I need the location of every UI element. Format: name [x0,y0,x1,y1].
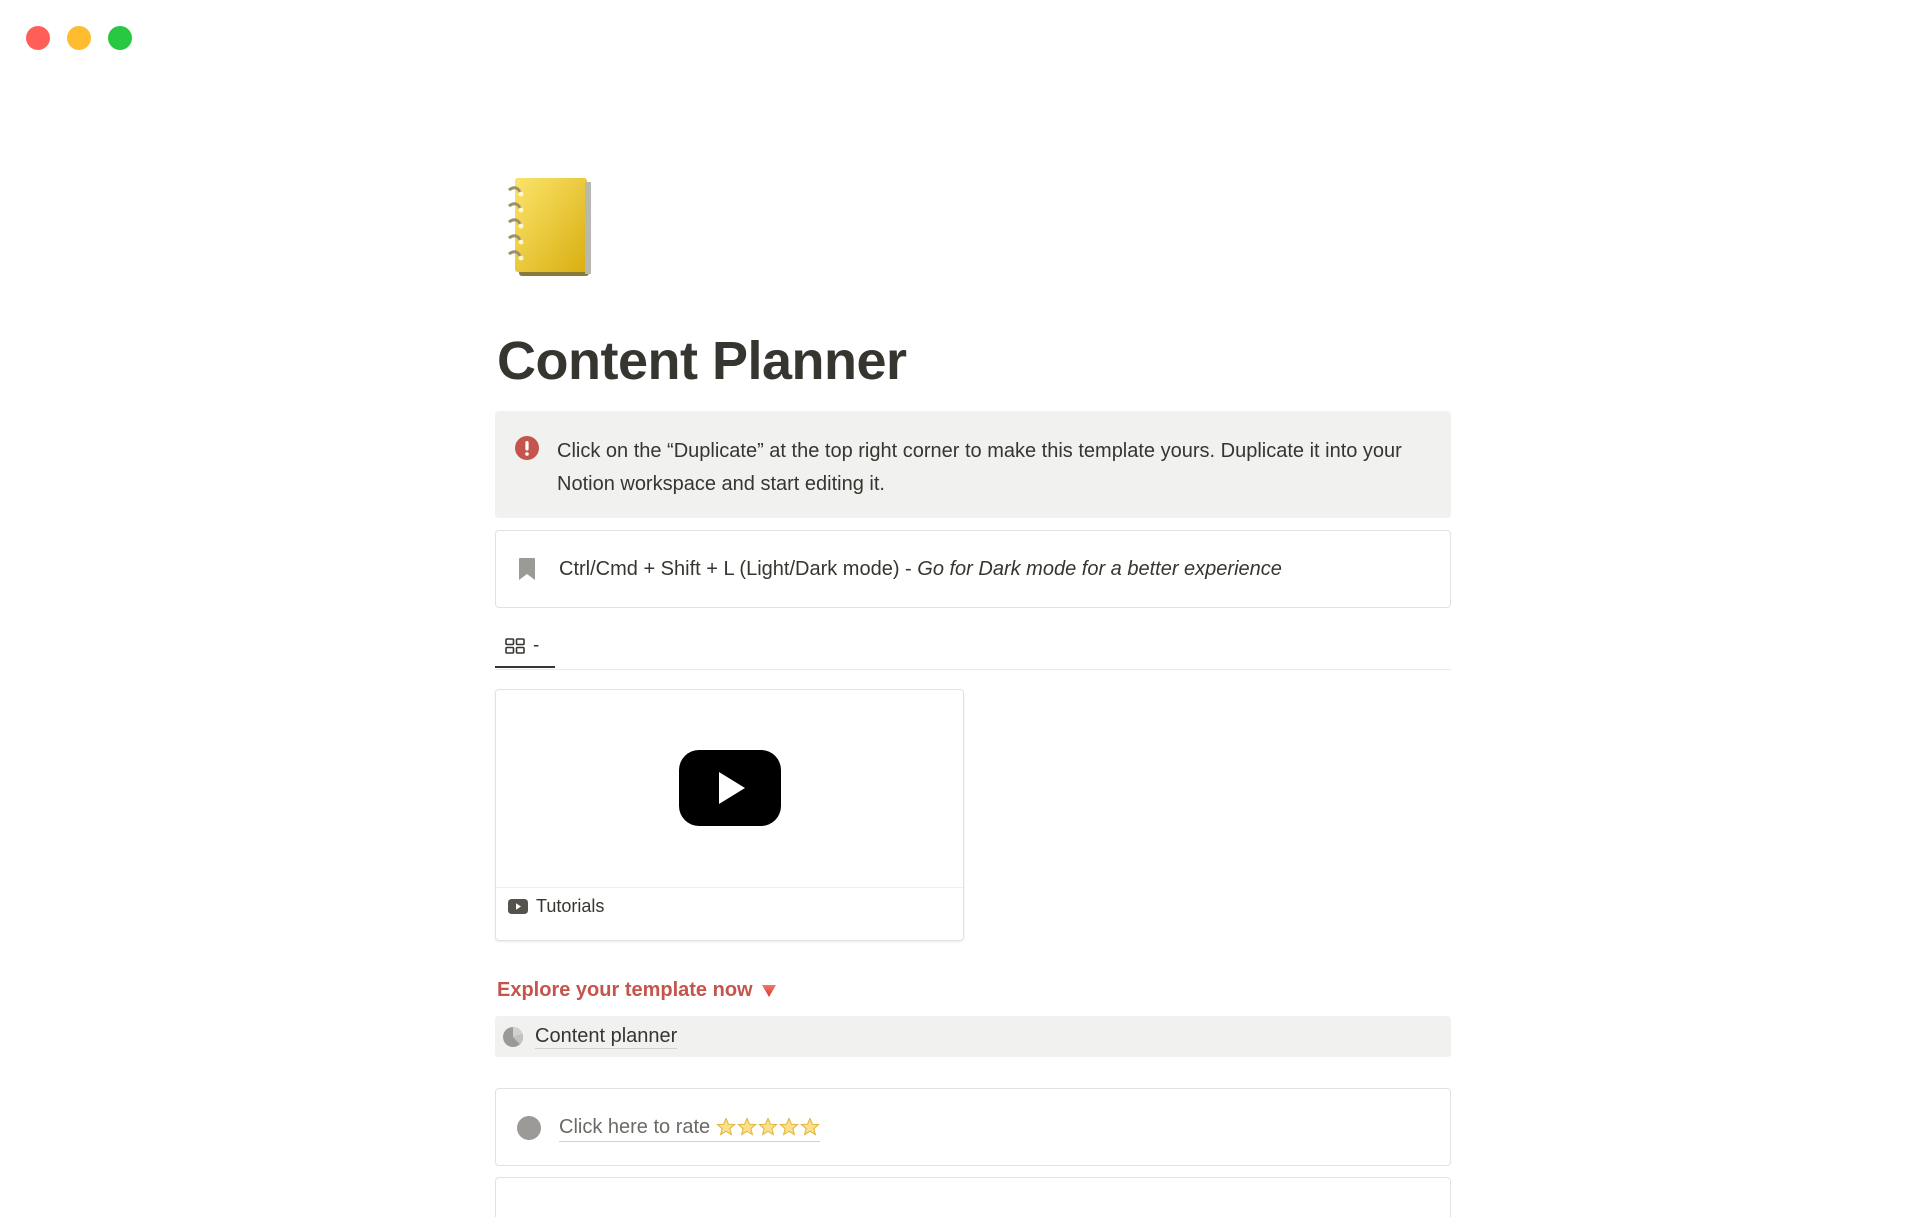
content-planner-link[interactable]: Content planner [495,1016,1451,1057]
rate-callout: Click here to rate [495,1088,1451,1166]
explore-heading: Explore your template now [497,979,777,1002]
circle-icon [517,1116,541,1140]
maximize-window-button[interactable] [108,26,132,50]
card-title: Tutorials [508,896,604,917]
database-view-tabs: - [495,625,1451,670]
star-icon [779,1117,800,1136]
rate-link[interactable]: Click here to rate [559,1113,821,1142]
card-title-text: Tutorials [536,896,605,916]
pie-chart-icon [503,1026,524,1047]
dark-mode-callout: Ctrl/Cmd + Shift + L (Light/Dark mode) -… [495,530,1451,608]
youtube-icon [508,899,528,914]
next-callout-partial [495,1177,1451,1217]
explore-heading-text: Explore your template now [497,979,753,1001]
star-icon [758,1117,779,1136]
duplicate-callout: Click on the “Duplicate” at the top righ… [495,411,1451,518]
close-window-button[interactable] [26,26,50,50]
youtube-play-icon [679,750,781,826]
star-icon [737,1117,758,1136]
gallery-card-tutorials[interactable]: Tutorials [495,689,964,941]
window-controls [26,26,132,50]
dark-mode-tip: Go for Dark mode for a better experience [917,558,1282,580]
gallery-icon [505,637,525,654]
exclamation-icon [515,436,539,460]
star-icon [716,1117,737,1136]
star-icon [800,1117,821,1136]
callout-text: Click on the “Duplicate” at the top righ… [557,440,1402,495]
callout-text: Ctrl/Cmd + Shift + L (Light/Dark mode) -… [559,555,1282,583]
spiral-notebook-icon[interactable] [501,170,601,282]
minimize-window-button[interactable] [67,26,91,50]
down-triangle-icon [761,984,776,997]
bookmark-icon [519,558,535,580]
rate-label: Click here to rate [559,1116,711,1138]
page-link-label: Content planner [535,1025,678,1049]
card-cover [496,690,963,888]
tab-gallery-view[interactable]: - [495,625,555,668]
page-title[interactable]: Content Planner [497,330,907,392]
shortcut-text: Ctrl/Cmd + Shift + L (Light/Dark mode) - [559,558,918,580]
stars-icon [716,1117,821,1137]
tab-label: - [533,634,540,656]
